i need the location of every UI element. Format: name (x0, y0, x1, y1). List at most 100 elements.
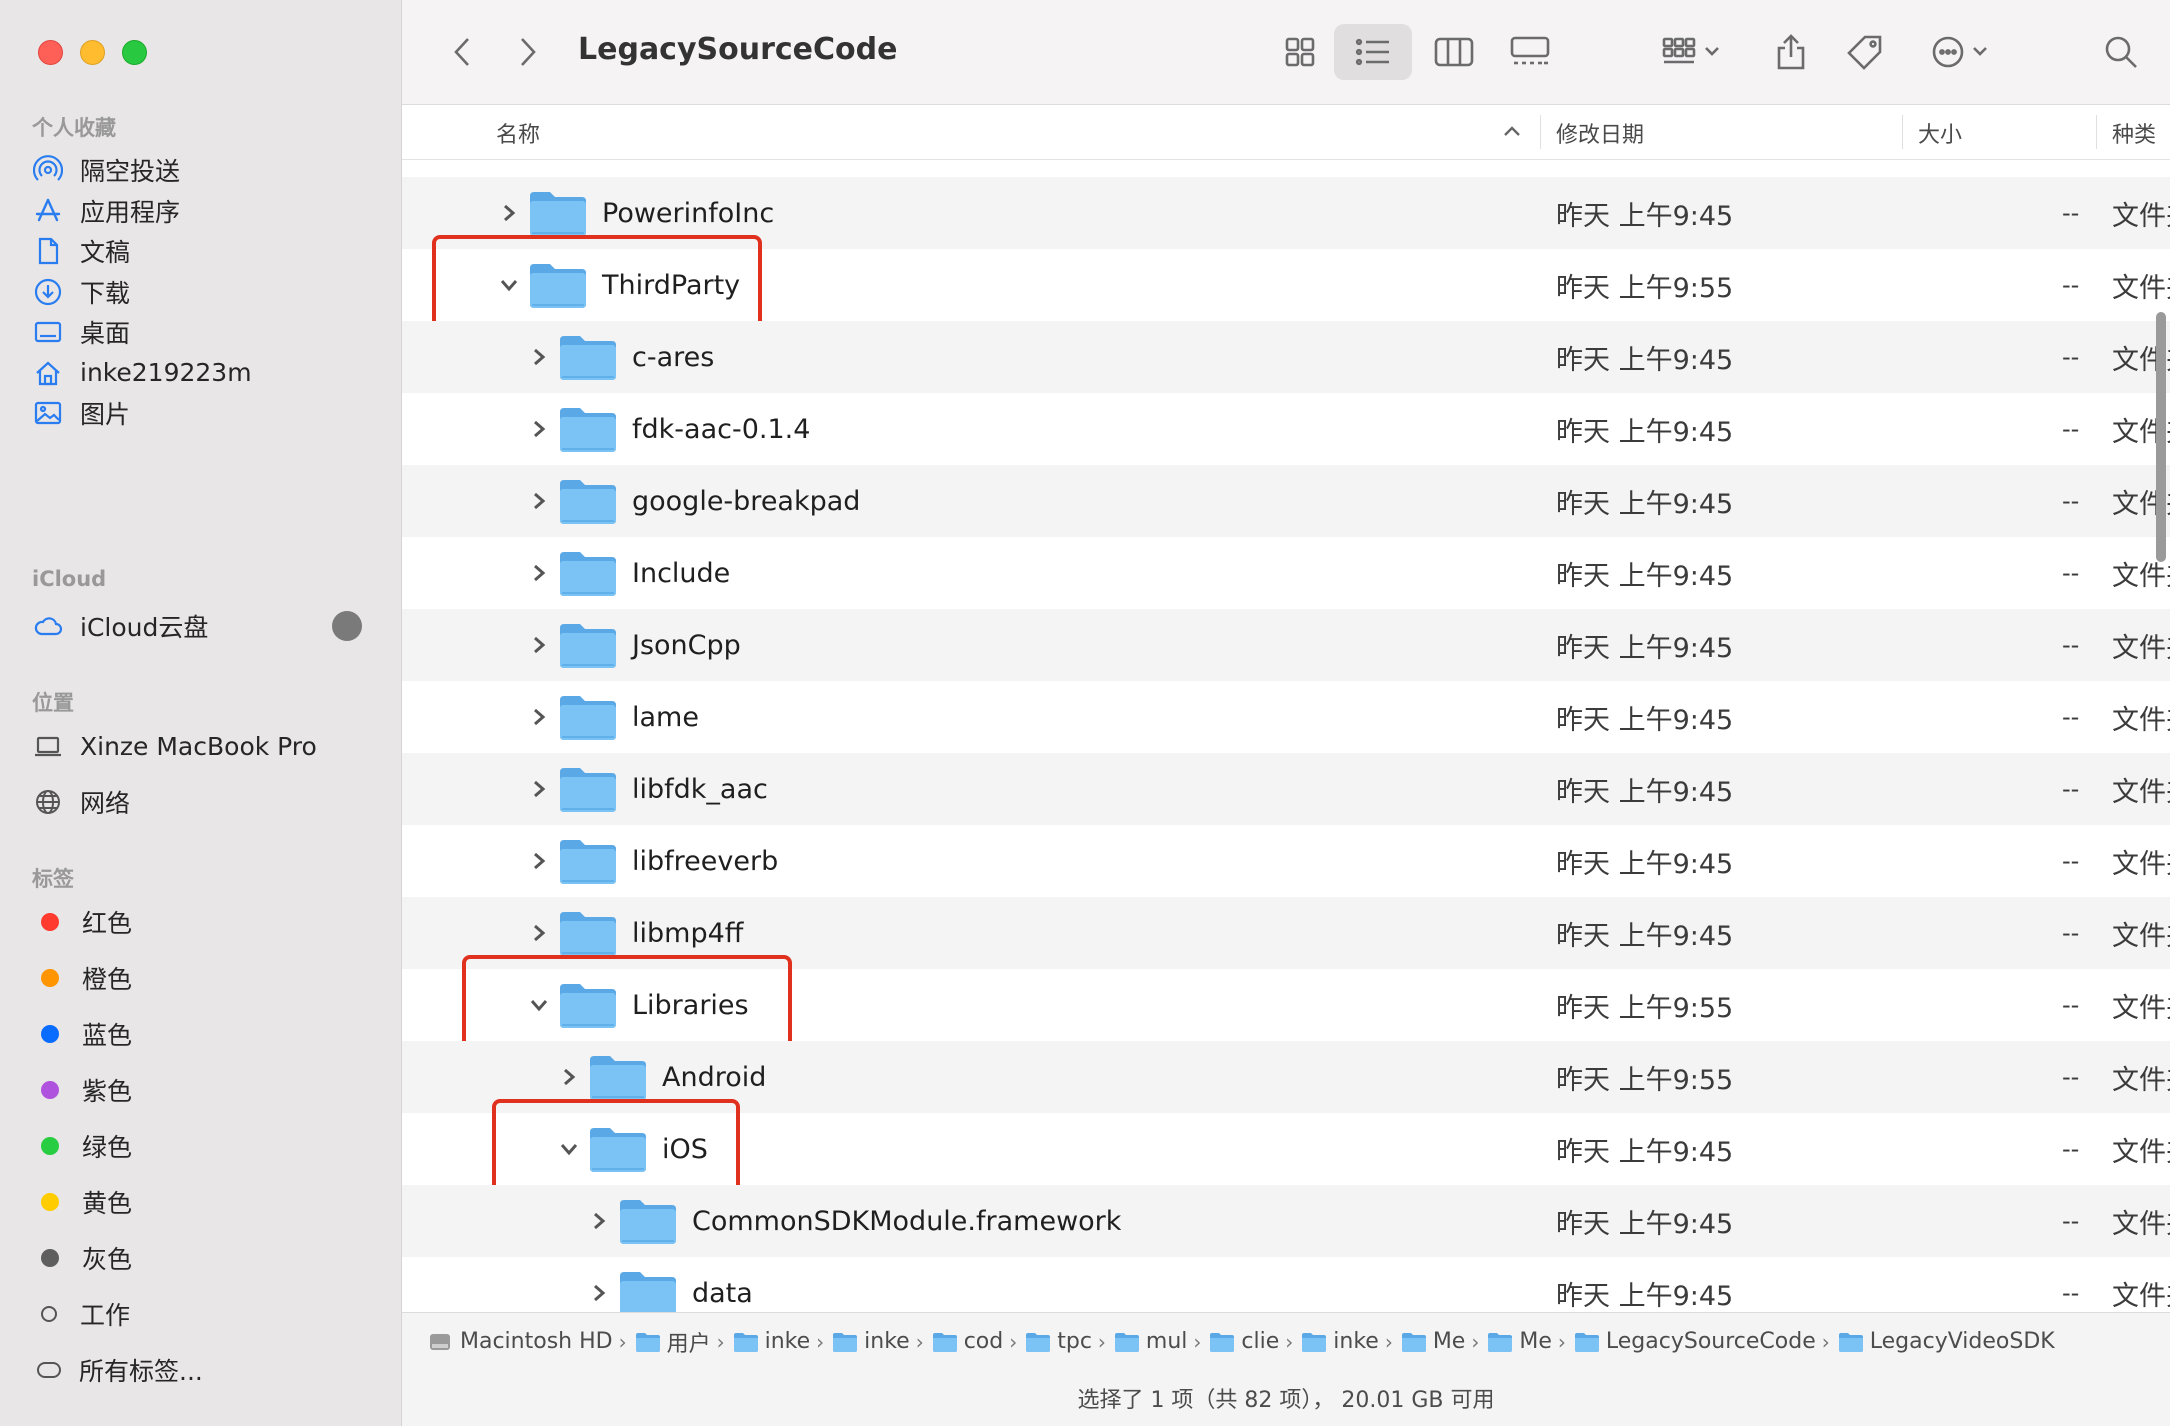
table-row[interactable]: lame 昨天 上午9:45 -- 文件夹 (402, 681, 2170, 753)
sidebar-item[interactable]: 图片 (32, 391, 372, 435)
disclosure-collapsed-icon[interactable] (528, 850, 550, 872)
column-header-size[interactable]: 大小 (1918, 117, 1962, 149)
path-crumb[interactable]: inke › (1301, 1329, 1401, 1354)
row-date: 昨天 上午9:45 (1556, 920, 1734, 952)
sidebar-item[interactable]: 桌面 (32, 310, 372, 354)
column-divider[interactable] (1902, 115, 1903, 149)
sort-ascending-icon[interactable] (1502, 115, 1522, 151)
path-crumb[interactable]: Me › (1487, 1329, 1574, 1354)
more-actions-button[interactable] (1922, 24, 2002, 80)
table-row[interactable]: Include昨天 上午9:45--文件夹 (402, 537, 2170, 609)
sidebar-item[interactable]: 隔空投送 (32, 148, 372, 192)
row-size: -- (2062, 343, 2080, 371)
disclosure-collapsed-icon[interactable] (588, 1210, 610, 1232)
sidebar-item[interactable]: 网络 (32, 780, 372, 824)
table-row[interactable]: google-breakpad昨天 上午9:45--文件夹 (402, 465, 2170, 537)
path-crumb[interactable]: cod › (932, 1329, 1026, 1354)
favorites-header: 个人收藏 (32, 116, 116, 140)
folder-icon (528, 188, 588, 238)
sidebar-tag[interactable]: 绿色 (32, 1124, 372, 1168)
close-window-button[interactable] (38, 40, 63, 65)
disclosure-collapsed-icon[interactable] (528, 922, 550, 944)
disclosure-collapsed-icon[interactable] (528, 634, 550, 656)
sidebar-item[interactable]: 下载 (32, 270, 372, 314)
zoom-window-button[interactable] (122, 40, 147, 65)
vertical-scrollbar[interactable] (2156, 312, 2166, 562)
sidebar-tag[interactable]: 黄色 (32, 1180, 372, 1224)
sidebar-item[interactable]: Xinze MacBook Pro (32, 724, 372, 768)
window-title: LegacySourceCode (578, 32, 898, 67)
tag-color-dot-icon (41, 1137, 59, 1155)
row-name: fdk-aac-0.1.4 (632, 413, 811, 445)
disclosure-collapsed-icon[interactable] (558, 1066, 580, 1088)
sidebar-tag[interactable]: 所有标签... (32, 1348, 372, 1392)
column-header-date[interactable]: 修改日期 (1556, 117, 1644, 149)
sidebar-tag[interactable]: 灰色 (32, 1236, 372, 1280)
table-row[interactable]: libfdk_aac 昨天 上午9:45 -- 文件夹 (402, 753, 2170, 825)
sidebar-tag[interactable]: 蓝色 (32, 1012, 372, 1056)
disclosure-collapsed-icon[interactable] (528, 490, 550, 512)
sidebar-item[interactable]: 应用程序 (32, 189, 372, 233)
path-crumb[interactable]: mul › (1114, 1329, 1210, 1354)
path-crumb-label: tpc (1057, 1329, 1092, 1354)
icon-view-button[interactable] (1272, 24, 1328, 80)
disclosure-collapsed-icon[interactable] (528, 778, 550, 800)
folder-icon (558, 764, 618, 814)
path-separator-icon: › (1821, 1329, 1830, 1354)
search-button[interactable] (2096, 24, 2146, 80)
path-crumb-label: Macintosh HD (460, 1329, 613, 1354)
row-kind: 文件夹 (2112, 1064, 2170, 1096)
column-header-bar: 名称 修改日期 大小 种类 (402, 105, 2170, 160)
table-row[interactable]: c-ares昨天 上午9:45--文件夹 (402, 321, 2170, 393)
column-header-kind[interactable]: 种类 (2112, 117, 2156, 149)
minimize-window-button[interactable] (80, 40, 105, 65)
gallery-view-button[interactable] (1500, 24, 1560, 80)
sidebar-tag-label: 所有标签... (79, 1357, 203, 1386)
column-divider[interactable] (2096, 115, 2097, 149)
sidebar-item[interactable]: inke219223m (32, 351, 372, 395)
sidebar-tag[interactable]: 紫色 (32, 1068, 372, 1112)
table-row[interactable]: CommonSDKModule.framework 昨天 上午9:45 -- 文件夹 (402, 1185, 2170, 1257)
sidebar-item-label: 下载 (80, 278, 131, 308)
disclosure-collapsed-icon[interactable] (528, 562, 550, 584)
path-crumb[interactable]: clie › (1209, 1329, 1301, 1354)
path-crumb[interactable]: inke › (832, 1329, 932, 1354)
column-view-button[interactable] (1424, 24, 1484, 80)
sidebar-tag[interactable]: 红色 (32, 900, 372, 944)
path-crumb[interactable]: tpc › (1025, 1329, 1114, 1354)
table-row[interactable]: libfreeverb 昨天 上午9:45 -- 文件夹 (402, 825, 2170, 897)
column-divider[interactable] (1540, 115, 1541, 149)
folder-icon (635, 1331, 661, 1353)
all-tags-icon (37, 1362, 61, 1378)
row-name: libfreeverb (632, 845, 779, 877)
path-crumb[interactable]: LegacyVideoSDK (1838, 1329, 2055, 1354)
disclosure-collapsed-icon[interactable] (528, 346, 550, 368)
laptop-icon (32, 730, 64, 762)
list-view-button[interactable] (1334, 24, 1412, 80)
path-crumb[interactable]: 用户 › (635, 1326, 733, 1358)
back-button[interactable] (442, 24, 482, 80)
path-separator-icon: › (816, 1329, 825, 1354)
path-separator-icon: › (1193, 1329, 1202, 1354)
path-crumb[interactable]: inke › (733, 1329, 833, 1354)
sidebar-item[interactable]: 文稿 (32, 229, 372, 273)
sidebar-item[interactable]: iCloud云盘 (32, 604, 372, 648)
group-by-button[interactable] (1652, 24, 1732, 80)
disclosure-collapsed-icon[interactable] (498, 202, 520, 224)
tag-button[interactable] (1840, 24, 1890, 80)
sidebar-tag[interactable]: 橙色 (32, 956, 372, 1000)
table-row[interactable]: fdk-aac-0.1.4昨天 上午9:45--文件夹 (402, 393, 2170, 465)
sidebar-tag[interactable]: 工作 (32, 1292, 372, 1336)
tag-color-dot-icon (41, 1193, 59, 1211)
column-header-name[interactable]: 名称 (496, 117, 540, 149)
disclosure-collapsed-icon[interactable] (588, 1282, 610, 1304)
path-crumb[interactable]: Me › (1401, 1329, 1488, 1354)
disclosure-collapsed-icon[interactable] (528, 418, 550, 440)
share-button[interactable] (1766, 24, 1816, 80)
path-crumb[interactable]: Macintosh HD › (428, 1329, 635, 1354)
row-kind: 文件夹 (2112, 1136, 2170, 1168)
table-row[interactable]: JsonCpp 昨天 上午9:45 -- 文件夹 (402, 609, 2170, 681)
path-crumb[interactable]: LegacySourceCode › (1574, 1329, 1838, 1354)
forward-button[interactable] (508, 24, 548, 80)
disclosure-collapsed-icon[interactable] (528, 706, 550, 728)
